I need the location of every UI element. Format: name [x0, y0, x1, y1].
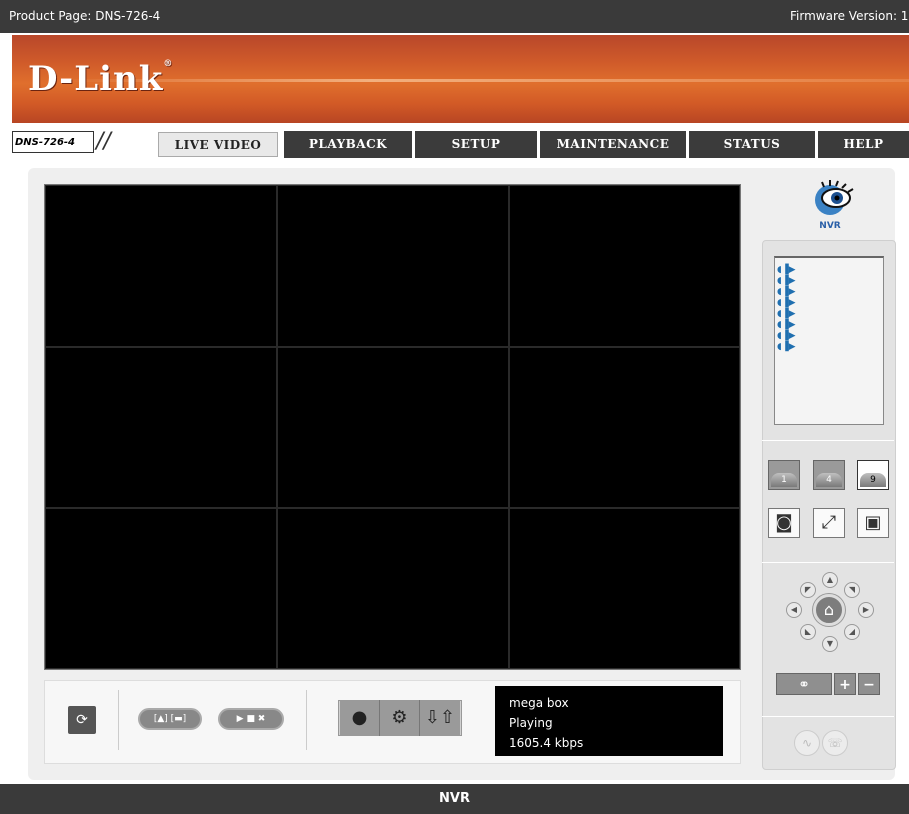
divider	[762, 716, 894, 717]
main-nav: DNS-726-4 // LIVE VIDEO PLAYBACK SETUP M…	[12, 127, 909, 158]
header-banner: D-Link®	[12, 33, 909, 123]
model-tag: DNS-726-4	[12, 131, 94, 153]
video-cell-9[interactable]	[509, 508, 740, 669]
nav-slashes: //	[96, 129, 111, 154]
playback-controls[interactable]: ▶ ■ ✖	[218, 708, 284, 730]
footer-bar: NVR	[0, 784, 909, 814]
video-cell-7[interactable]	[45, 508, 277, 669]
tab-live-video[interactable]: LIVE VIDEO	[158, 132, 278, 157]
zoom-in-icon[interactable]: +	[834, 673, 856, 695]
status-bitrate: 1605.4 kbps	[509, 736, 584, 750]
nvr-label: NVR	[819, 221, 841, 231]
camera-icon[interactable]: ◖▐▶	[777, 343, 796, 352]
divider	[118, 690, 119, 750]
snapshot-camera-icon[interactable]: ◙	[768, 508, 800, 538]
camera-icon[interactable]: ◖▐▶	[777, 277, 796, 286]
record-icon[interactable]: ●	[340, 700, 380, 736]
binoculars-icon[interactable]: ⚭	[776, 673, 832, 695]
status-source-name: mega box	[509, 696, 569, 710]
audio-icon[interactable]: ∿	[794, 730, 820, 756]
divider	[762, 562, 894, 563]
ptz-down-icon[interactable]: ▼	[822, 636, 838, 652]
ptz-left-icon[interactable]: ◀	[786, 602, 802, 618]
camera-icon[interactable]: ◖▐▶	[777, 266, 796, 275]
tab-maintenance[interactable]: MAINTENANCE	[540, 131, 686, 158]
speaker-icon[interactable]: ☏	[822, 730, 848, 756]
refresh-icon[interactable]: ⟳	[68, 706, 96, 734]
layout-9-button[interactable]: 9	[857, 460, 889, 490]
product-page-label: Product Page: DNS-726-4	[9, 9, 161, 23]
video-cell-3[interactable]	[509, 185, 740, 347]
divider	[762, 440, 894, 441]
tab-status[interactable]: STATUS	[689, 131, 815, 158]
firmware-version-label: Firmware Version: 1	[790, 9, 909, 23]
video-cell-6[interactable]	[509, 347, 740, 508]
settings-gear-icon[interactable]: ⚙	[380, 700, 420, 736]
layout-1-button[interactable]: 1	[768, 460, 800, 490]
status-display: mega box Playing 1605.4 kbps	[495, 686, 723, 756]
ptz-up-left-icon[interactable]: ◤	[800, 582, 816, 598]
status-state: Playing	[509, 716, 553, 730]
video-cell-5[interactable]	[277, 347, 509, 508]
camera-icon[interactable]: ◖▐▶	[777, 288, 796, 297]
tab-setup[interactable]: SETUP	[415, 131, 537, 158]
ptz-down-left-icon[interactable]: ◣	[800, 624, 816, 640]
camera-icon[interactable]: ◖▐▶	[777, 299, 796, 308]
fullscreen-icon[interactable]: ⤢	[813, 508, 845, 538]
transfer-icon[interactable]: ⇩⇧	[420, 700, 460, 736]
dlink-logo: D-Link®	[28, 59, 174, 99]
video-grid	[44, 184, 741, 670]
divider	[306, 690, 307, 750]
camera-icon[interactable]: ◖▐▶	[777, 332, 796, 341]
layout-4-button[interactable]: 4	[813, 460, 845, 490]
camera-icon[interactable]: ◖▐▶	[777, 321, 796, 330]
tab-help[interactable]: HELP	[818, 131, 909, 158]
camera-list[interactable]: ◖▐▶ ◖▐▶ ◖▐▶ ◖▐▶ ◖▐▶ ◖▐▶ ◖▐▶ ◖▐▶	[774, 256, 884, 425]
image-settings-icon[interactable]: ▣	[857, 508, 889, 538]
video-cell-1[interactable]	[45, 185, 277, 347]
ptz-up-icon[interactable]: ▲	[822, 572, 838, 588]
ptz-down-right-icon[interactable]: ◢	[844, 624, 860, 640]
ptz-up-right-icon[interactable]: ◥	[844, 582, 860, 598]
camera-icon[interactable]: ◖▐▶	[777, 310, 796, 319]
zoom-out-icon[interactable]: −	[858, 673, 880, 695]
top-bar: Product Page: DNS-726-4 Firmware Version…	[0, 0, 909, 33]
ptz-home-icon[interactable]: ⌂	[813, 594, 845, 626]
video-cell-2[interactable]	[277, 185, 509, 347]
ptz-right-icon[interactable]: ▶	[858, 602, 874, 618]
tab-playback[interactable]: PLAYBACK	[284, 131, 412, 158]
video-cell-8[interactable]	[277, 508, 509, 669]
video-cell-4[interactable]	[45, 347, 277, 508]
footer-label: NVR	[439, 791, 470, 806]
view-mode-toggle[interactable]: [▲] [▬]	[138, 708, 202, 730]
